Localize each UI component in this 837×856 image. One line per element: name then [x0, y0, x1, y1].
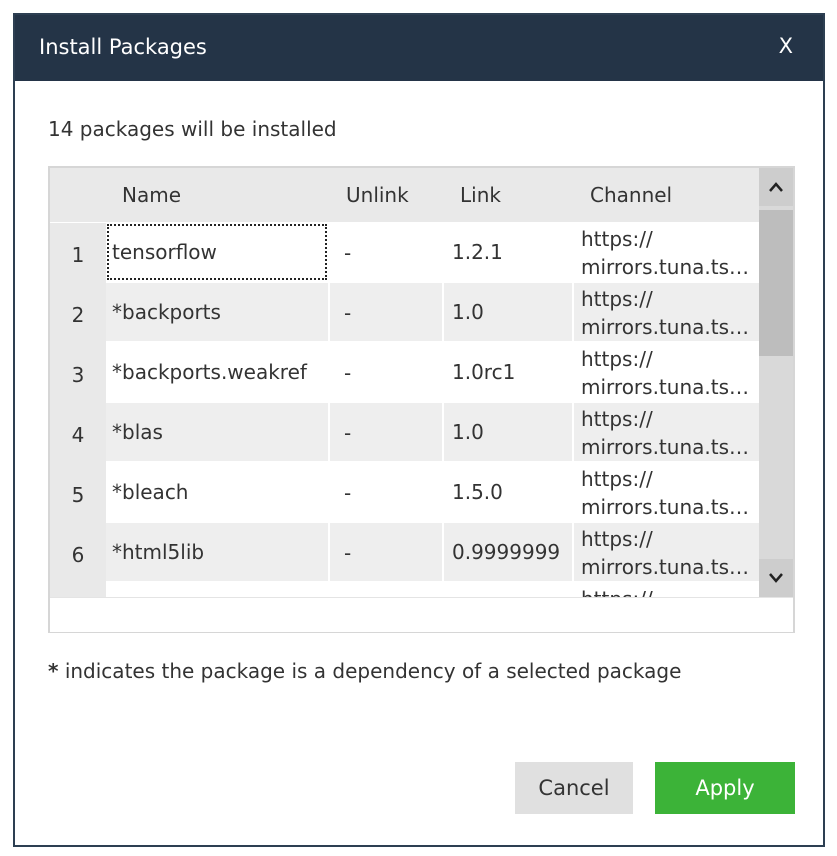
row-number [50, 583, 106, 597]
column-header-channel[interactable]: Channel [574, 168, 761, 222]
install-packages-dialog: Install Packages X 14 packages will be i… [13, 13, 825, 847]
horizontal-scroll-area [50, 597, 793, 632]
row-number: 6 [50, 523, 106, 583]
package-name-cell[interactable]: *backports.weakref [106, 343, 328, 401]
link-cell[interactable]: 1.0 [444, 283, 572, 341]
unlink-cell[interactable]: - [330, 403, 442, 461]
close-icon[interactable]: X [779, 34, 793, 58]
channel-cell[interactable]: https://mirrors.tuna.ts… [574, 283, 761, 341]
table-row[interactable]: 5 *bleach - 1.5.0 https://mirrors.tuna.t… [50, 463, 761, 523]
link-cell[interactable]: 1.2.1 [444, 223, 572, 281]
table-viewport: Name Unlink Link Channel 1 tensorflow - … [50, 168, 761, 597]
channel-cell[interactable]: https:// [574, 583, 761, 597]
package-name-cell[interactable]: tensorflow [106, 223, 328, 281]
packages-table: Name Unlink Link Channel 1 tensorflow - … [48, 166, 795, 633]
package-name-cell[interactable]: *backports [106, 283, 328, 341]
table-row[interactable]: 1 tensorflow - 1.2.1 https://mirrors.tun… [50, 223, 761, 283]
scroll-up-button[interactable] [759, 168, 793, 206]
package-name-cell[interactable]: *bleach [106, 463, 328, 521]
row-number: 5 [50, 463, 106, 523]
column-header-link[interactable]: Link [444, 168, 574, 222]
dependency-note: * indicates the package is a dependency … [48, 659, 682, 683]
unlink-cell[interactable]: - [330, 523, 442, 581]
table-row[interactable]: 3 *backports.weakref - 1.0rc1 https://mi… [50, 343, 761, 403]
unlink-cell[interactable] [330, 583, 442, 597]
vertical-scrollbar[interactable] [759, 168, 793, 597]
row-number: 2 [50, 283, 106, 343]
table-row[interactable]: 4 *blas - 1.0 https://mirrors.tuna.ts… [50, 403, 761, 463]
dialog-titlebar: Install Packages X [15, 15, 823, 81]
unlink-cell[interactable]: - [330, 463, 442, 521]
unlink-cell[interactable]: - [330, 343, 442, 401]
row-number-header [50, 168, 106, 222]
column-header-unlink[interactable]: Unlink [330, 168, 444, 222]
channel-cell[interactable]: https://mirrors.tuna.ts… [574, 463, 761, 521]
apply-button[interactable]: Apply [655, 762, 795, 814]
channel-cell[interactable]: https://mirrors.tuna.ts… [574, 523, 761, 581]
scroll-down-button[interactable] [759, 559, 793, 597]
unlink-cell[interactable]: - [330, 283, 442, 341]
unlink-cell[interactable]: - [330, 223, 442, 281]
package-name-cell[interactable]: *blas [106, 403, 328, 461]
link-cell[interactable]: 1.5.0 [444, 463, 572, 521]
link-cell[interactable]: 1.0rc1 [444, 343, 572, 401]
scrollbar-thumb[interactable] [759, 210, 793, 356]
row-number: 3 [50, 343, 106, 403]
table-row[interactable]: https:// [50, 583, 761, 597]
table-row[interactable]: 2 *backports - 1.0 https://mirrors.tuna.… [50, 283, 761, 343]
table-row[interactable]: 6 *html5lib - 0.9999999 https://mirrors.… [50, 523, 761, 583]
package-name-cell[interactable]: *html5lib [106, 523, 328, 581]
install-summary: 14 packages will be installed [48, 117, 337, 141]
package-name-cell[interactable] [106, 583, 328, 597]
dialog-title: Install Packages [39, 35, 207, 59]
channel-cell[interactable]: https://mirrors.tuna.ts… [574, 343, 761, 401]
link-cell[interactable]: 0.9999999 [444, 523, 572, 581]
channel-cell[interactable]: https://mirrors.tuna.ts… [574, 403, 761, 461]
chevron-up-icon [769, 182, 783, 192]
row-number: 1 [50, 223, 106, 283]
column-header-name[interactable]: Name [106, 168, 330, 222]
cancel-button[interactable]: Cancel [515, 762, 633, 814]
channel-cell[interactable]: https://mirrors.tuna.ts… [574, 223, 761, 281]
chevron-down-icon [769, 573, 783, 583]
link-cell[interactable] [444, 583, 572, 597]
row-number: 4 [50, 403, 106, 463]
link-cell[interactable]: 1.0 [444, 403, 572, 461]
